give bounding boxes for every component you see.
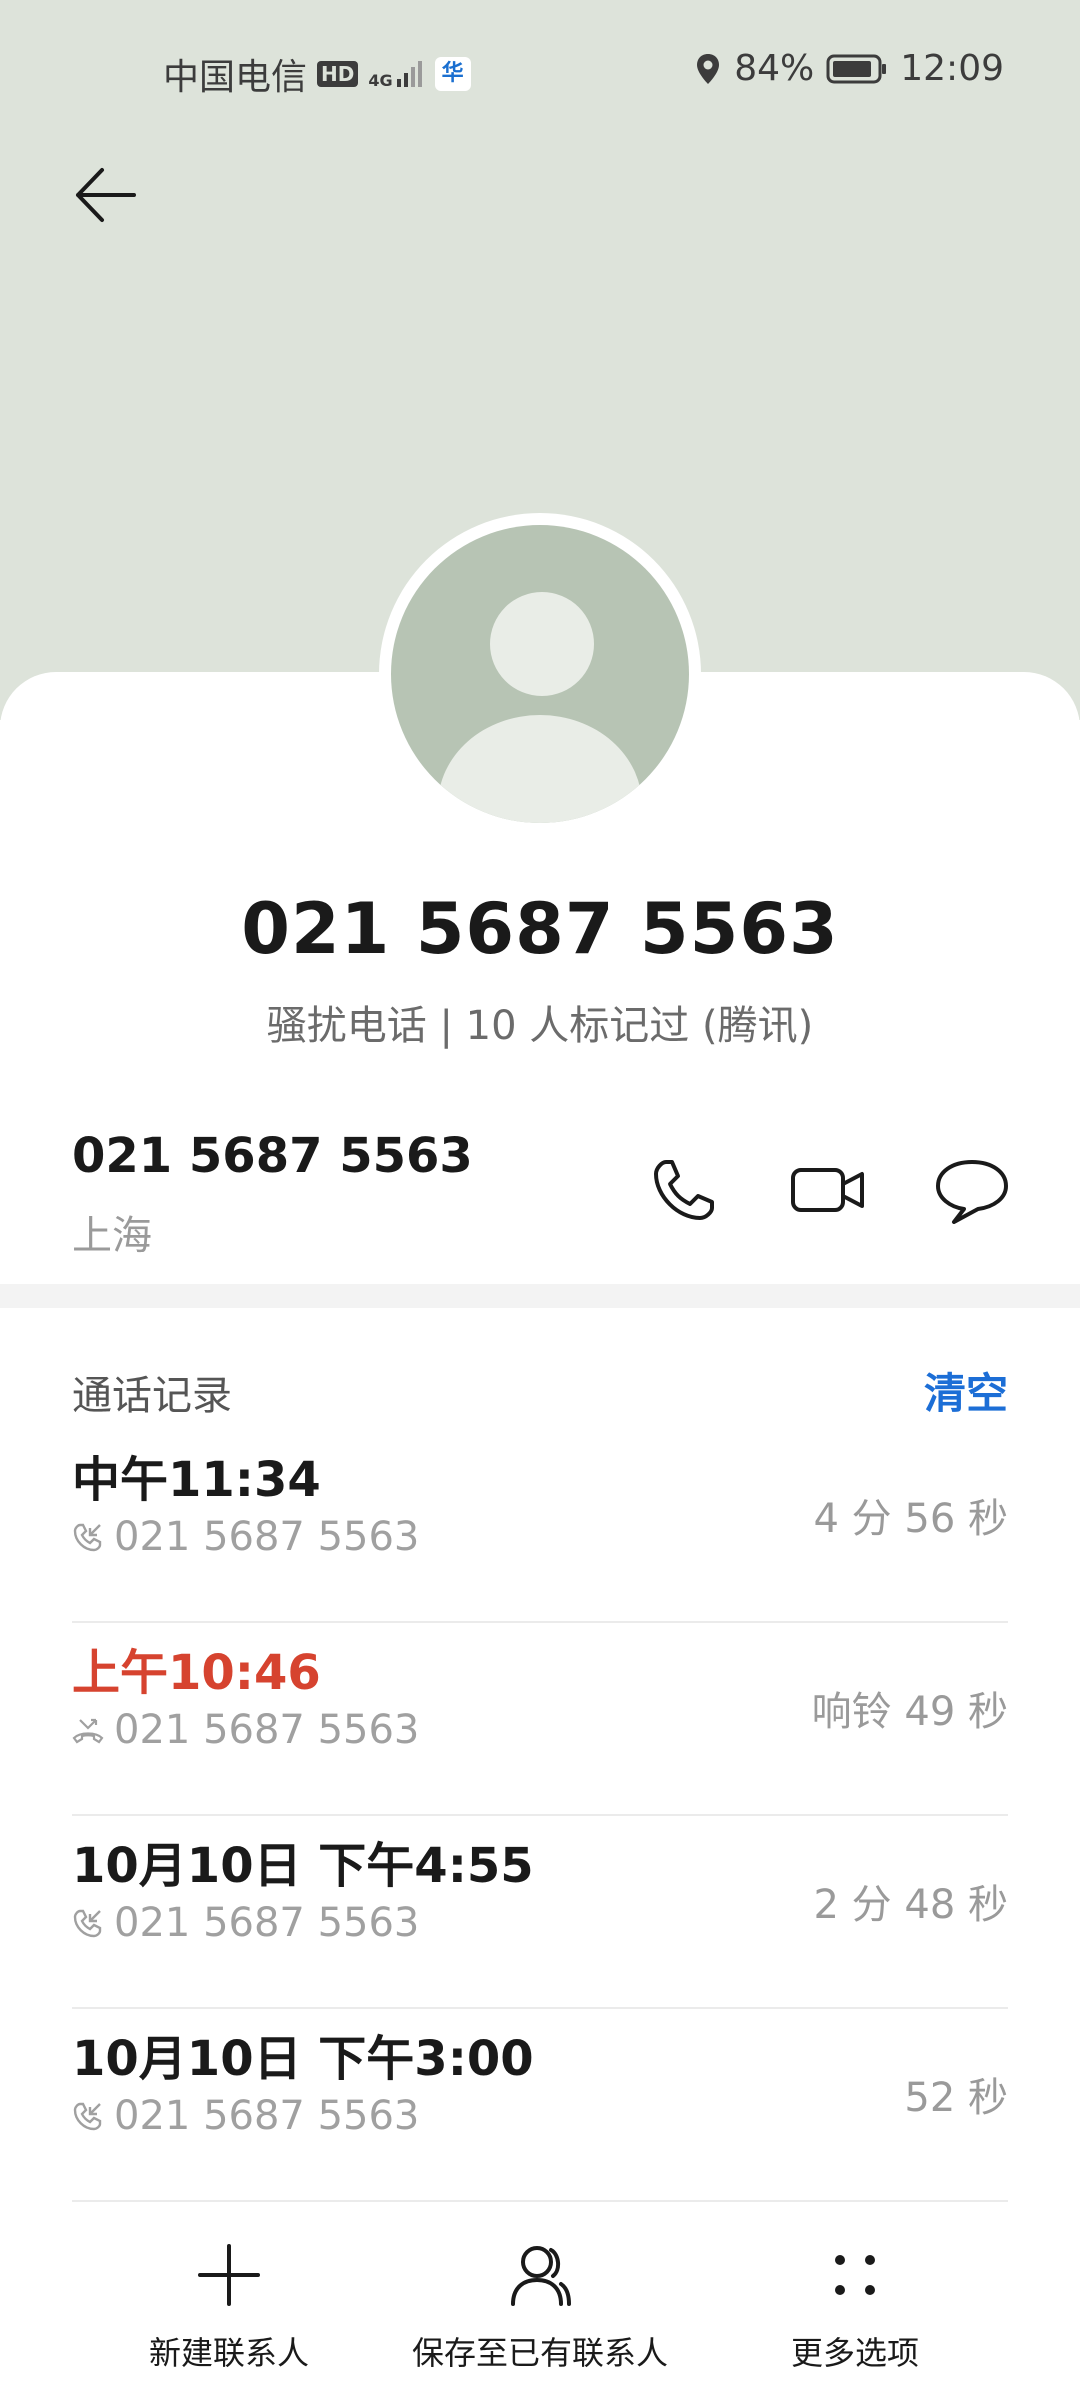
message-bubble-icon: [936, 1160, 1008, 1224]
save-to-existing-label: 保存至已有联系人: [411, 2334, 668, 2372]
avatar-body: [438, 715, 642, 823]
number-location: 上海: [72, 1213, 152, 1259]
back-arrow-icon: [76, 168, 136, 222]
call-log-item[interactable]: 中午11:34 021 5687 5563 4 分 56 秒: [72, 1430, 1008, 1623]
status-left: 中国电信 HD 4G 华: [163, 48, 471, 100]
bottom-action-bar: 新建联系人 保存至已有联系人 更多选项: [0, 2240, 1080, 2400]
call-log-item[interactable]: 10月10日 下午4:55 021 5687 5563 2 分 48 秒: [72, 1816, 1008, 2009]
phone-icon: [654, 1160, 714, 1220]
avatar: [379, 513, 701, 835]
call-duration: 响铃 49 秒: [811, 1689, 1008, 1735]
status-bar: 中国电信 HD 4G 华 84% 12:09: [0, 40, 1080, 100]
call-log-item[interactable]: 上午10:46 021 5687 5563 响铃 49 秒: [72, 1623, 1008, 1816]
number-row-value[interactable]: 021 5687 5563: [72, 1128, 473, 1184]
message-button[interactable]: [932, 1150, 1012, 1230]
call-number-row: 021 5687 5563: [72, 2093, 419, 2139]
location-icon: [697, 53, 720, 84]
avatar-head: [490, 592, 594, 696]
call-number: 021 5687 5563: [114, 1900, 420, 1946]
call-number: 021 5687 5563: [114, 1514, 420, 1560]
status-right: 84% 12:09: [694, 48, 1004, 89]
clear-call-log-button[interactable]: 清空: [924, 1360, 1008, 1421]
call-number-row: 021 5687 5563: [72, 1707, 419, 1753]
call-log-item[interactable]: 10月10日 下午3:00 021 5687 5563 52 秒: [72, 2009, 1008, 2202]
incoming-call-icon: [73, 1523, 102, 1552]
back-button[interactable]: [70, 160, 140, 230]
call-number: 021 5687 5563: [114, 1707, 420, 1753]
call-number-row: 021 5687 5563: [72, 1900, 419, 1946]
battery-icon: [826, 54, 887, 83]
person-icon: [511, 2246, 571, 2306]
missed-call-icon: [72, 1718, 104, 1744]
app-notification-icon: 华: [434, 57, 471, 91]
call-time: 10月10日 下午4:55: [72, 1838, 534, 1894]
call-log-title: 通话记录: [72, 1373, 232, 1419]
call-time-missed: 上午10:46: [72, 1645, 321, 1701]
clock: 12:09: [900, 48, 1004, 89]
phone-number-title: 021 5687 5563: [241, 888, 839, 970]
incoming-call-icon: [73, 2102, 102, 2131]
carrier-name: 中国电信: [163, 57, 308, 98]
more-options-label: 更多选项: [790, 2334, 919, 2372]
more-options-button[interactable]: 更多选项: [765, 2240, 945, 2374]
battery-percent: 84%: [734, 48, 815, 89]
more-dots-icon: [835, 2255, 875, 2295]
call-duration: 2 分 48 秒: [813, 1882, 1009, 1928]
call-number: 021 5687 5563: [114, 2093, 420, 2139]
avatar-placeholder-icon: [391, 525, 689, 823]
video-camera-icon: [791, 1168, 864, 1212]
call-duration: 52 秒: [904, 2075, 1008, 2121]
call-number-row: 021 5687 5563: [72, 1514, 419, 1560]
call-button[interactable]: [644, 1150, 724, 1230]
signal-icon: 4G: [368, 59, 424, 89]
new-contact-button[interactable]: 新建联系人: [124, 2240, 334, 2374]
call-time: 中午11:34: [72, 1452, 321, 1508]
hd-icon: HD: [317, 61, 359, 87]
section-divider: [0, 1284, 1080, 1308]
new-contact-label: 新建联系人: [148, 2334, 309, 2372]
call-time: 10月10日 下午3:00: [72, 2031, 534, 2087]
spam-tag-label: 骚扰电话 | 10 人标记过 (腾讯): [266, 1003, 814, 1049]
save-to-existing-button[interactable]: 保存至已有联系人: [400, 2240, 680, 2374]
video-call-button[interactable]: [788, 1150, 868, 1230]
call-duration: 4 分 56 秒: [813, 1496, 1009, 1542]
plus-icon: [198, 2244, 260, 2306]
incoming-call-icon: [73, 1909, 102, 1938]
